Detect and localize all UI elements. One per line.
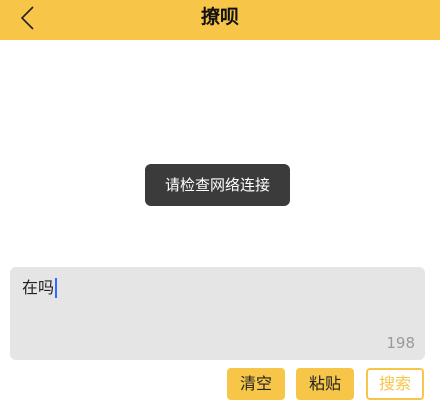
text-caret	[55, 278, 58, 298]
char-count: 198	[386, 334, 415, 352]
input-text-wrapper[interactable]: 在吗	[22, 277, 58, 299]
input-value: 在吗	[22, 278, 55, 297]
message-input[interactable]: 在吗 198	[10, 267, 425, 360]
top-bar: 撩呗	[0, 0, 440, 40]
search-button[interactable]: 搜索	[366, 368, 424, 400]
network-error-toast: 请检查网络连接	[145, 164, 290, 206]
page-title: 撩呗	[200, 6, 239, 28]
clear-button[interactable]: 清空	[227, 368, 285, 400]
paste-button[interactable]: 粘贴	[296, 368, 354, 400]
